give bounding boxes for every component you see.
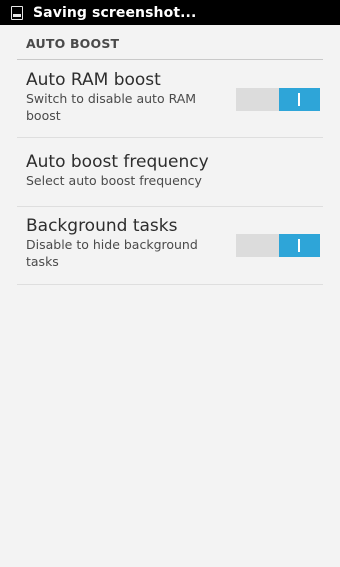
status-text: Saving screenshot... xyxy=(33,4,197,21)
background-tasks-toggle[interactable] xyxy=(236,234,320,257)
setting-title: Auto RAM boost xyxy=(26,70,161,90)
setting-title: Auto boost frequency xyxy=(26,152,209,172)
screenshot-icon xyxy=(11,5,23,20)
toggle-knob xyxy=(279,234,320,257)
setting-background-tasks[interactable]: Background tasks Disable to hide backgro… xyxy=(17,207,323,285)
setting-auto-ram-boost[interactable]: Auto RAM boost Switch to disable auto RA… xyxy=(17,60,323,138)
status-bar: Saving screenshot... xyxy=(0,0,340,25)
section-header: AUTO BOOST xyxy=(17,25,323,60)
setting-auto-boost-frequency[interactable]: Auto boost frequency Select auto boost f… xyxy=(17,138,323,207)
toggle-knob xyxy=(279,88,320,111)
setting-title: Background tasks xyxy=(26,216,178,236)
auto-ram-boost-toggle[interactable] xyxy=(236,88,320,111)
setting-subtitle: Disable to hide background tasks xyxy=(26,237,198,269)
setting-subtitle: Switch to disable auto RAM boost xyxy=(26,91,197,123)
setting-subtitle: Select auto boost frequency xyxy=(26,173,202,188)
settings-screen: AUTO BOOST Auto RAM boost Switch to disa… xyxy=(0,25,340,285)
